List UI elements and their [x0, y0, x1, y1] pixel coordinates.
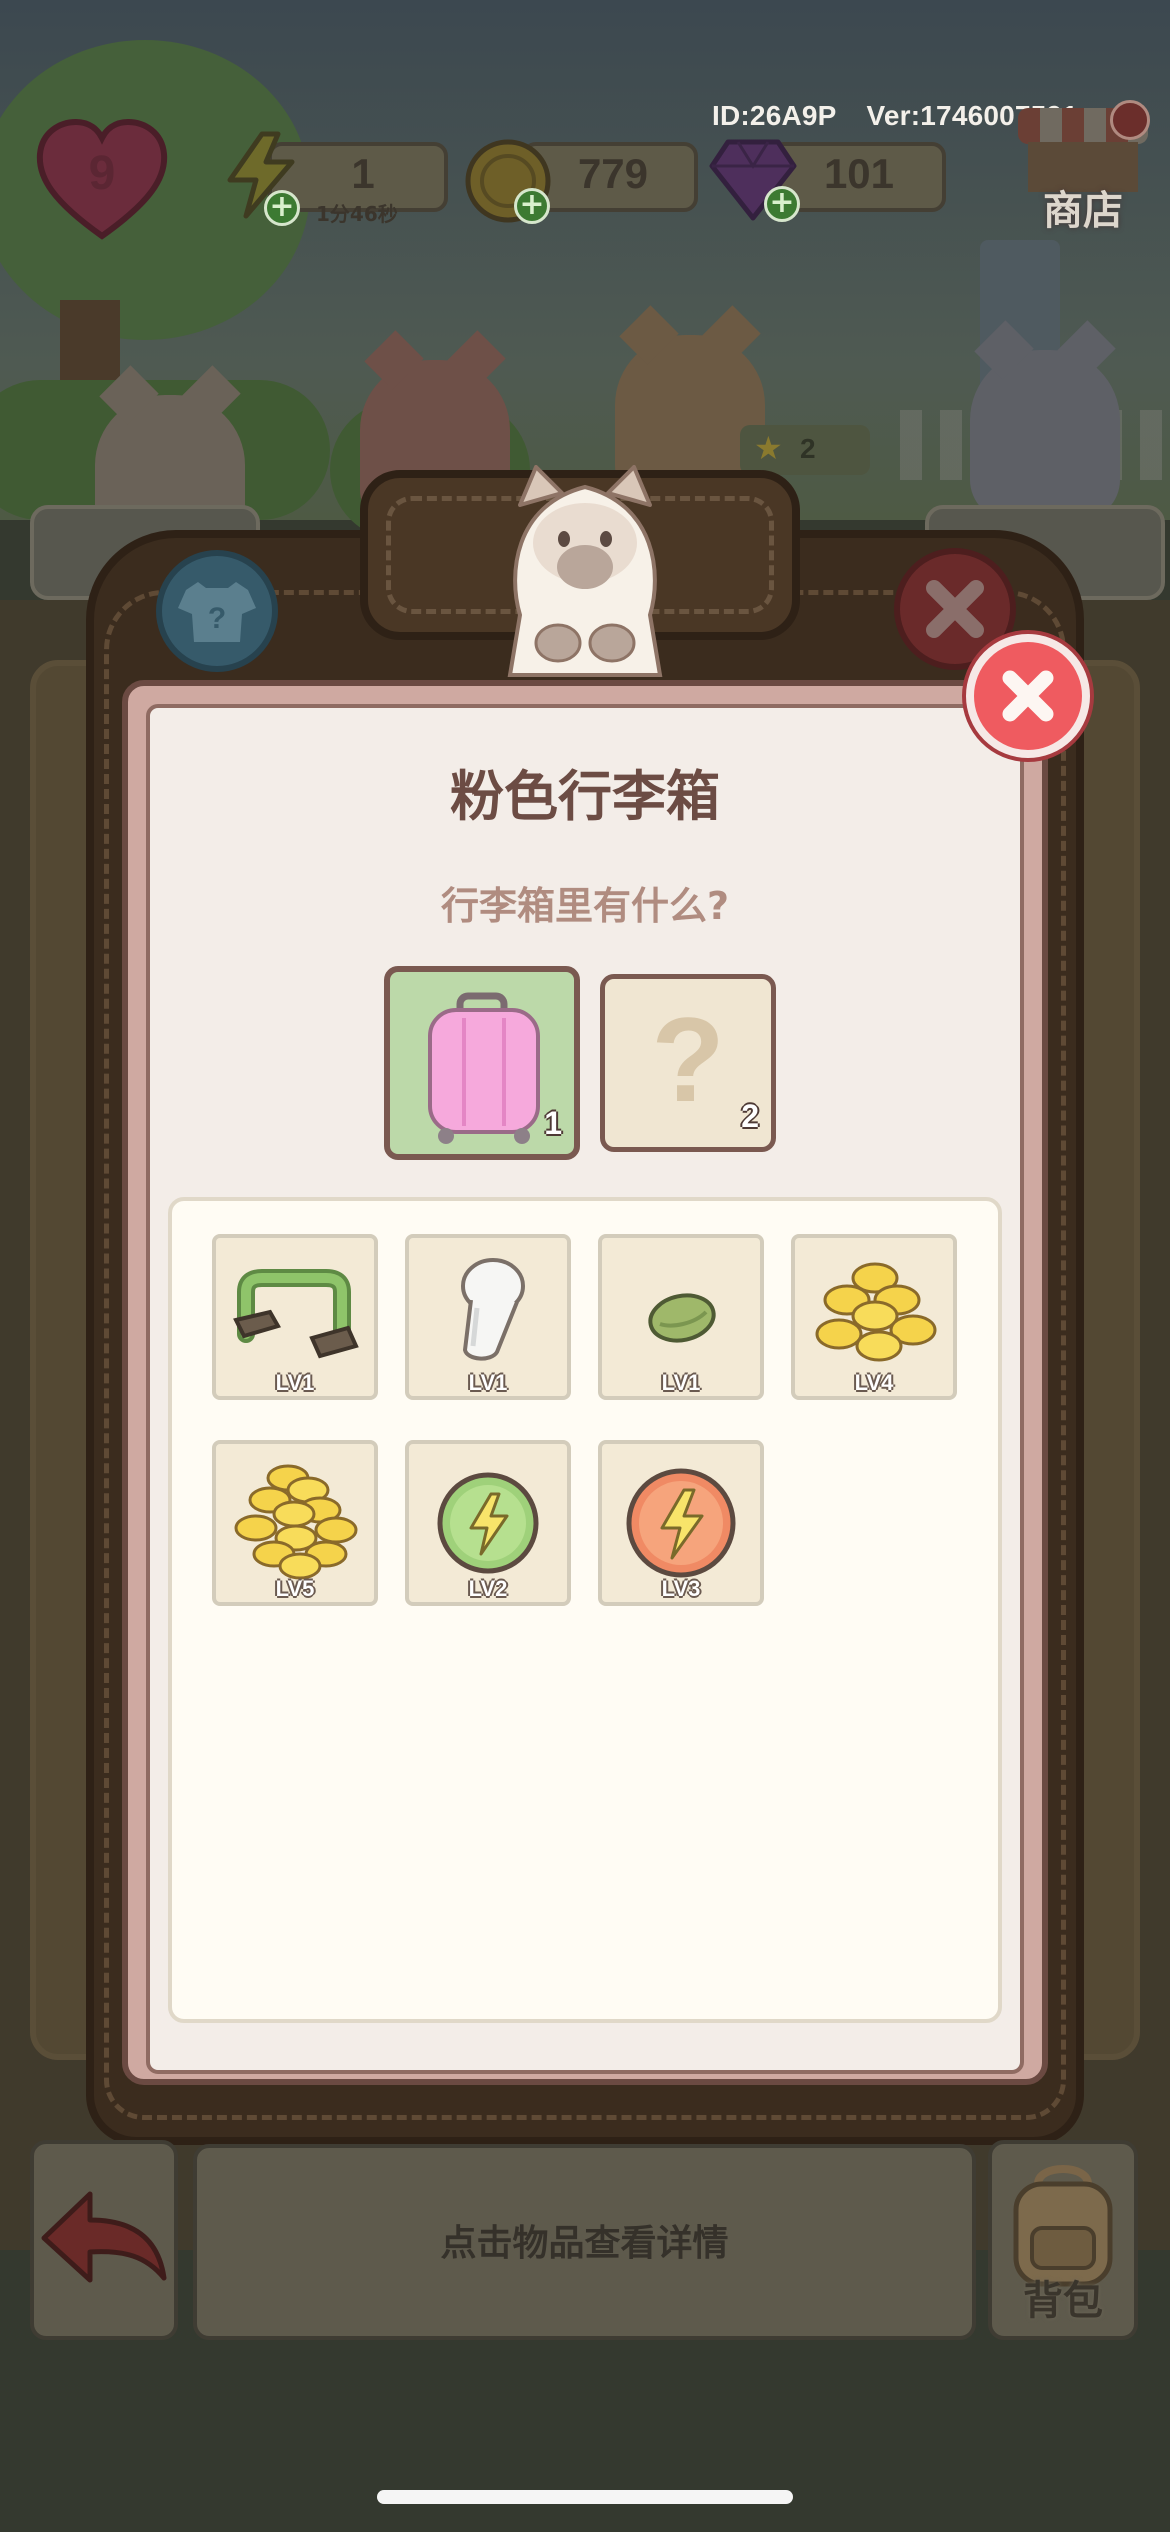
close-icon	[1002, 670, 1054, 722]
shop-notification-badge	[1110, 100, 1150, 140]
item-detail-hint: 点击物品查看详情	[440, 2223, 729, 2264]
item-level: LV2	[468, 1576, 508, 1601]
order-star-badge: ★ 2	[740, 425, 870, 475]
star-icon: ★	[754, 429, 783, 467]
back-button[interactable]	[30, 2140, 178, 2340]
slot-unknown[interactable]: ? 2	[600, 974, 776, 1152]
outfit-button[interactable]: ?	[156, 550, 278, 672]
customer-cat[interactable]	[970, 350, 1120, 520]
energy-count: 1	[351, 150, 375, 197]
add-coins-button[interactable]: +	[514, 188, 550, 224]
cat-mascot-icon	[507, 465, 663, 677]
item-green-handle[interactable]: LV1	[212, 1234, 378, 1400]
item-level: LV5	[275, 1576, 315, 1601]
slot-level: 1	[544, 1105, 562, 1141]
item-level: LV3	[661, 1576, 701, 1601]
item-orange-energy-token[interactable]: LV3	[598, 1440, 764, 1606]
shirt-icon: ?	[178, 582, 256, 642]
energy-timer: 1分46秒	[316, 202, 398, 226]
gems-count: 101	[823, 150, 895, 197]
item-big-coin-pile[interactable]: LV5	[212, 1440, 378, 1606]
shop-label: 商店	[1043, 188, 1123, 234]
dialog-subtitle: 行李箱里有什么?	[440, 884, 730, 928]
order-star-count: 2	[800, 433, 816, 464]
slot-pink-suitcase[interactable]: 1	[384, 966, 580, 1160]
item-green-energy-token[interactable]: LV2	[405, 1440, 571, 1606]
home-indicator[interactable]	[377, 2490, 793, 2504]
dialog-title: 粉色行李箱	[450, 765, 720, 828]
item-white-cup[interactable]: LV1	[405, 1234, 571, 1400]
lives-count: 9	[88, 147, 116, 200]
item-level: LV1	[661, 1370, 701, 1395]
slot-level: 2	[741, 1098, 759, 1134]
item-level: LV1	[468, 1370, 508, 1395]
add-energy-button[interactable]: +	[264, 190, 300, 226]
player-id: ID:26A9P	[712, 100, 837, 131]
back-arrow-icon	[41, 2191, 167, 2283]
dialog-close-button[interactable]	[966, 634, 1090, 758]
svg-text:?: ?	[208, 602, 226, 635]
item-green-seed[interactable]: LV1	[598, 1234, 764, 1400]
coins-count: 779	[577, 150, 649, 197]
item-coin-pile[interactable]: LV4	[791, 1234, 957, 1400]
backpack-label: 背包	[1023, 2278, 1103, 2324]
item-level: LV1	[275, 1370, 315, 1395]
item-level: LV4	[854, 1370, 894, 1395]
